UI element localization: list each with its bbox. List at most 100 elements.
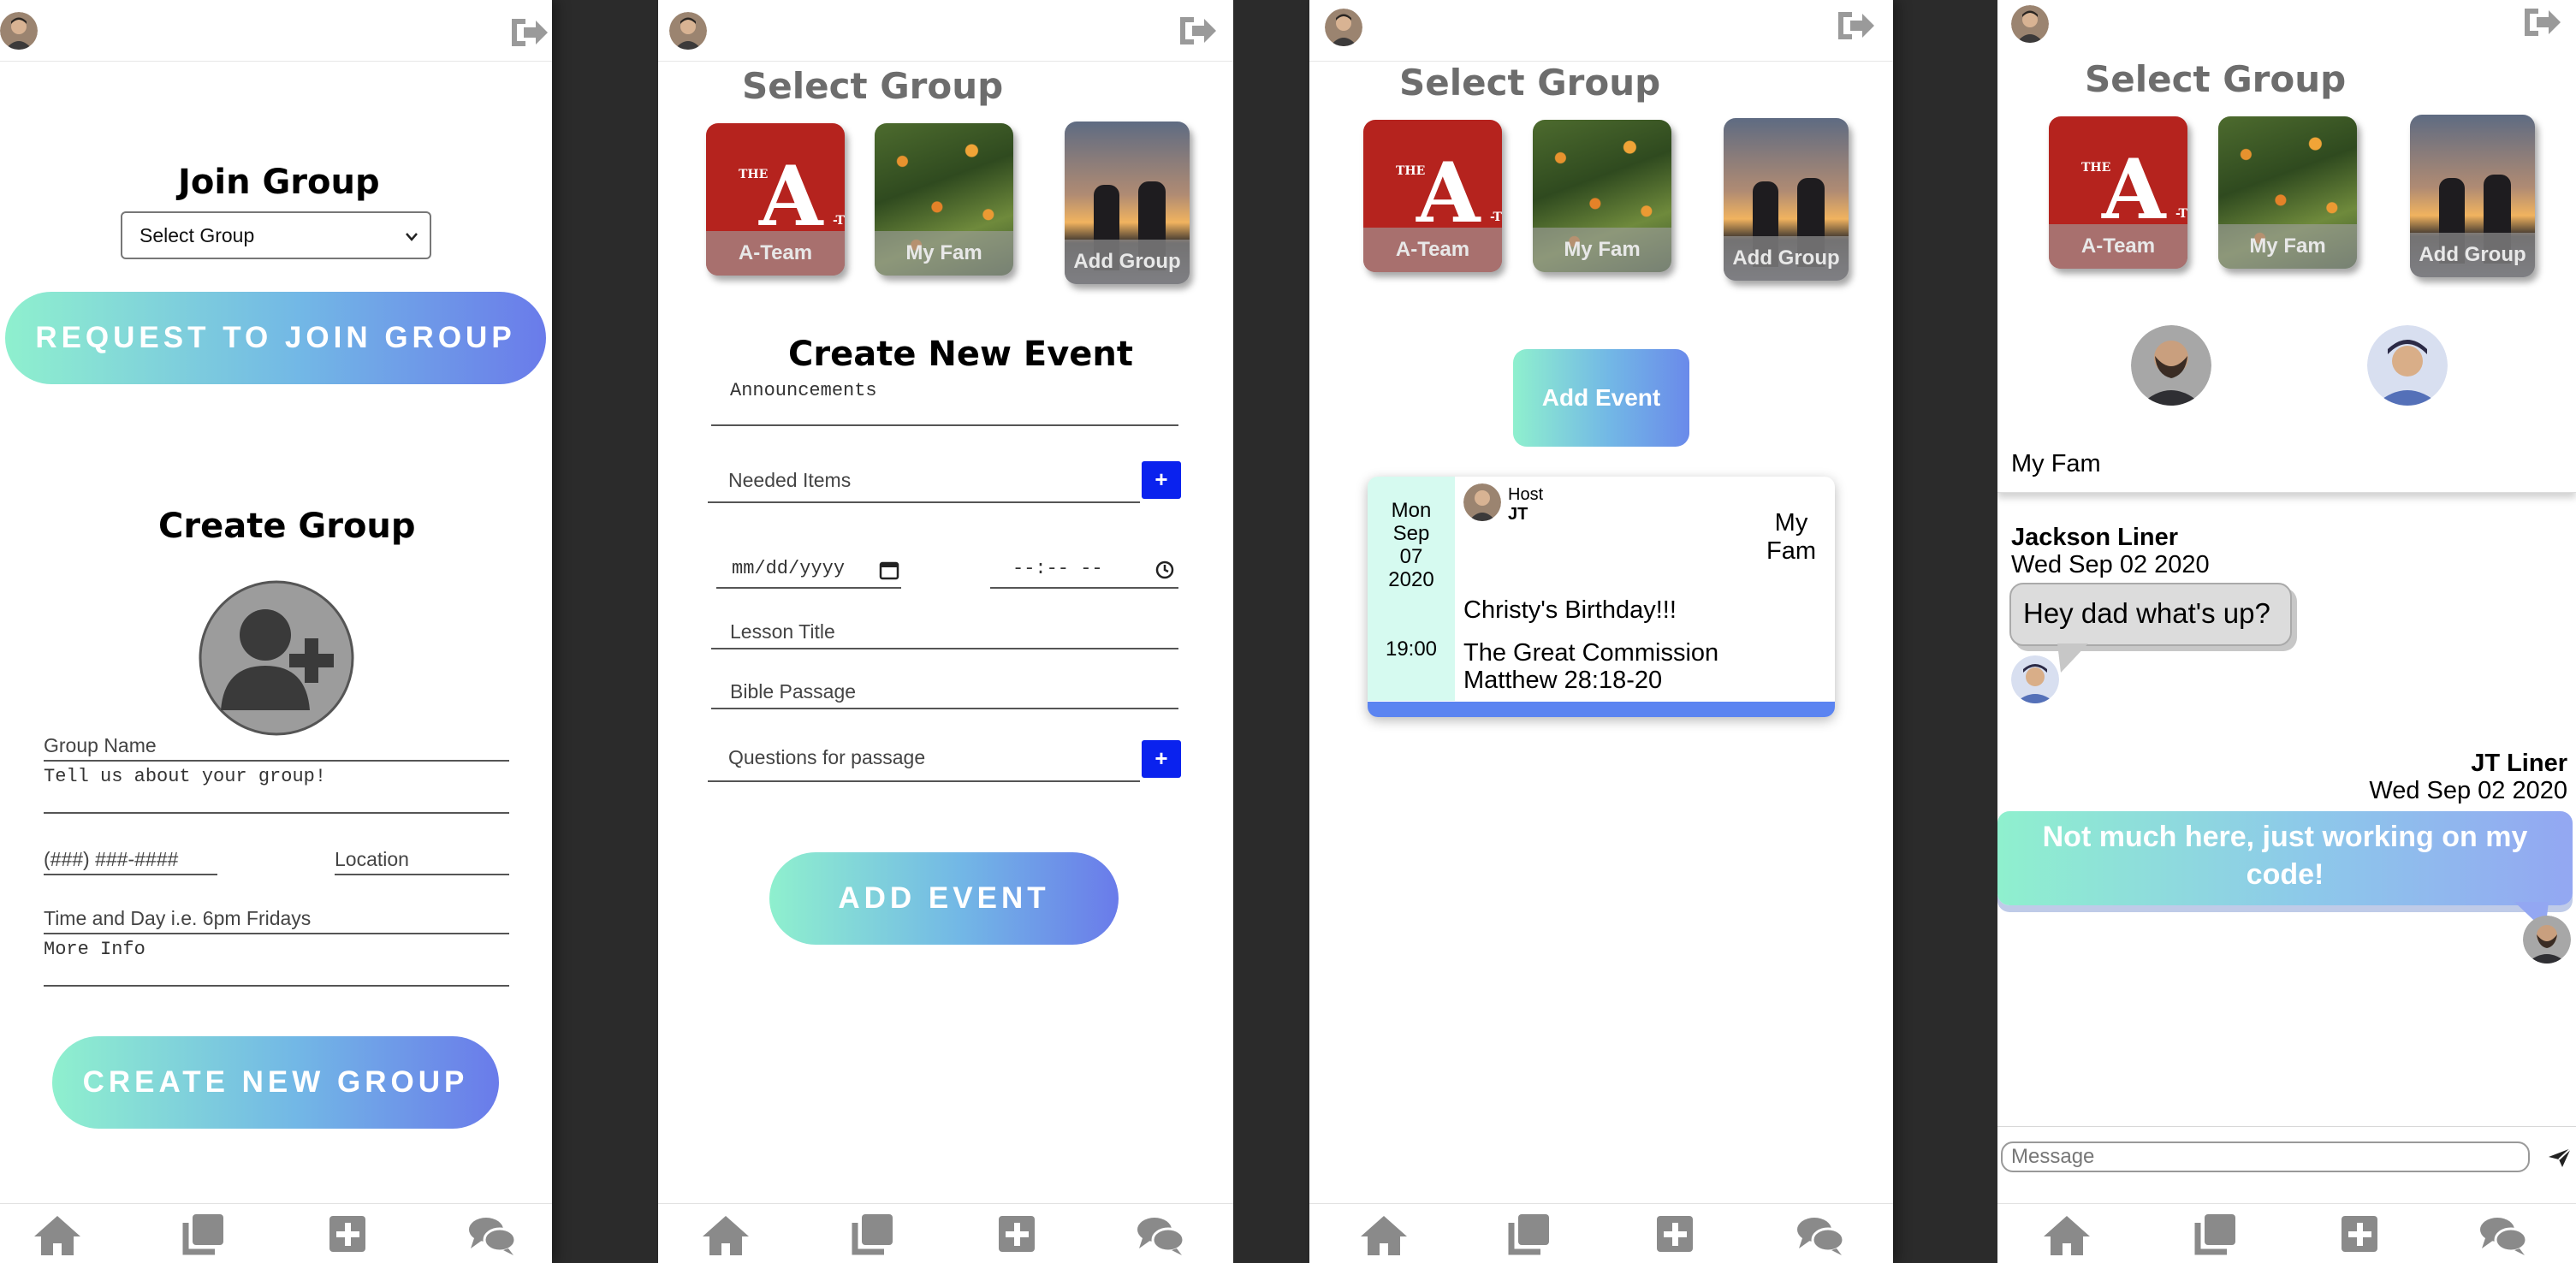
request-to-join-button[interactable]: REQUEST TO JOIN GROUP xyxy=(5,292,546,384)
groups-icon[interactable] xyxy=(2191,1213,2241,1257)
message-input[interactable]: Message xyxy=(2001,1141,2530,1172)
group-name: My Fam xyxy=(2011,450,2101,477)
ateam-logo-t: -T xyxy=(2175,207,2187,221)
more-info-textarea[interactable]: More Info xyxy=(44,939,509,987)
groups-icon[interactable] xyxy=(848,1213,898,1257)
events-screen: Select Group THE A -T A-Team My Fam Add … xyxy=(1309,0,1893,1263)
ateam-logo-a: A xyxy=(1416,145,1481,241)
bottom-nav xyxy=(658,1203,1233,1263)
group-tile-label: A-Team xyxy=(1363,228,1502,272)
chat-bubbles-icon[interactable] xyxy=(2478,1213,2528,1257)
needed-items-field[interactable]: Needed Items xyxy=(708,469,1140,503)
send-icon[interactable] xyxy=(2547,1147,2573,1169)
create-new-group-button[interactable]: CREATE NEW GROUP xyxy=(52,1036,499,1129)
ateam-logo-a: A xyxy=(2102,141,2166,238)
chat-bubbles-icon[interactable] xyxy=(1795,1213,1845,1257)
group-tile-myfam[interactable]: My Fam xyxy=(1533,120,1671,272)
location-field[interactable]: Location xyxy=(335,848,509,875)
meeting-time-field[interactable]: Time and Day i.e. 6pm Fridays xyxy=(44,907,509,934)
event-date-column: Mon Sep 07 2020 19:00 xyxy=(1368,477,1455,701)
ateam-logo-t: -T xyxy=(1490,210,1502,224)
group-select-value: Select Group xyxy=(139,224,255,246)
group-tile-ateam[interactable]: THE A -T A-Team xyxy=(1363,120,1502,272)
groups-icon[interactable] xyxy=(1505,1213,1554,1257)
profile-avatar[interactable] xyxy=(1325,9,1362,46)
groups-icon[interactable] xyxy=(179,1213,229,1257)
event-year: 2020 xyxy=(1388,568,1434,591)
message-date: Wed Sep 02 2020 xyxy=(2011,551,2210,578)
add-question-button[interactable]: + xyxy=(1142,740,1181,778)
host-name: JT xyxy=(1508,505,1528,524)
chat-bubbles-icon[interactable] xyxy=(467,1213,517,1257)
group-tile-label: Add Group xyxy=(2410,233,2535,277)
home-icon[interactable] xyxy=(33,1213,82,1257)
select-group-title: Select Group xyxy=(1399,62,1661,104)
group-tile-ateam[interactable]: THE A -T A-Team xyxy=(706,123,845,276)
logout-icon[interactable] xyxy=(1177,14,1218,48)
event-date-number: 07 xyxy=(1399,545,1423,568)
group-tile-label: A-Team xyxy=(2049,224,2187,269)
plus-square-icon[interactable] xyxy=(323,1213,372,1257)
announcements-textarea[interactable]: Announcements xyxy=(711,380,1178,426)
profile-avatar[interactable] xyxy=(669,12,707,50)
add-event-button[interactable]: Add Event xyxy=(1513,349,1689,447)
top-bar xyxy=(658,0,1233,62)
bottom-nav xyxy=(1997,1203,2576,1263)
bible-passage-field[interactable]: Bible Passage xyxy=(711,680,1178,709)
member-avatar[interactable] xyxy=(2131,325,2211,406)
group-tile-myfam[interactable]: My Fam xyxy=(2218,116,2357,269)
group-name-field[interactable]: Group Name xyxy=(44,734,509,762)
date-input[interactable]: mm/dd/yyyy xyxy=(716,558,901,589)
plus-square-icon[interactable] xyxy=(2335,1213,2384,1257)
home-icon[interactable] xyxy=(1359,1213,1409,1257)
ateam-logo-t: -T xyxy=(833,214,845,228)
group-tile-ateam[interactable]: THE A -T A-Team xyxy=(2049,116,2187,269)
group-tile-label: Add Group xyxy=(1724,236,1849,281)
lesson-title-field[interactable]: Lesson Title xyxy=(711,620,1178,649)
event-day: Mon xyxy=(1391,499,1432,522)
plus-square-icon[interactable] xyxy=(992,1213,1042,1257)
logout-icon[interactable] xyxy=(508,15,549,50)
time-placeholder: --:-- -- xyxy=(1012,558,1103,579)
group-tile-label: A-Team xyxy=(706,231,845,276)
questions-field[interactable]: Questions for passage xyxy=(708,746,1140,782)
incoming-message-bubble: Hey dad what's up? xyxy=(2009,583,2292,646)
group-tile-add-group[interactable]: Add Group xyxy=(1724,118,1849,281)
group-tile-label: My Fam xyxy=(2218,224,2357,269)
home-icon[interactable] xyxy=(2042,1213,2092,1257)
home-icon[interactable] xyxy=(701,1213,751,1257)
divider xyxy=(1997,1126,2576,1127)
group-select[interactable]: Select Group xyxy=(121,211,431,259)
event-card-bar xyxy=(1368,702,1835,717)
top-bar xyxy=(1309,0,1893,62)
group-tile-label: My Fam xyxy=(1533,228,1671,272)
add-user-icon[interactable] xyxy=(199,580,354,736)
group-tile-add-group[interactable]: Add Group xyxy=(2410,115,2535,277)
group-tile-myfam[interactable]: My Fam xyxy=(875,123,1013,276)
bubble-tail xyxy=(2057,643,2088,673)
add-needed-item-button[interactable]: + xyxy=(1142,461,1181,499)
create-event-title: Create New Event xyxy=(788,335,1133,374)
create-group-title: Create Group xyxy=(158,507,416,546)
chat-bubbles-icon[interactable] xyxy=(1136,1213,1185,1257)
time-input[interactable]: --:-- -- xyxy=(990,558,1178,589)
ateam-logo-a: A xyxy=(759,148,823,245)
profile-avatar[interactable] xyxy=(0,12,38,50)
event-group-line2: Fam xyxy=(1766,537,1816,565)
top-bar xyxy=(0,0,552,62)
member-avatar[interactable] xyxy=(2367,325,2448,406)
event-card[interactable]: Mon Sep 07 2020 19:00 Host JT My Fam Chr… xyxy=(1368,477,1835,717)
clock-icon[interactable] xyxy=(1154,560,1175,580)
add-event-button[interactable]: ADD EVENT xyxy=(769,852,1119,945)
logout-icon[interactable] xyxy=(1835,9,1876,43)
select-group-title: Select Group xyxy=(742,65,1004,107)
event-passage: Matthew 28:18-20 xyxy=(1463,667,1663,694)
message-date: Wed Sep 02 2020 xyxy=(2369,777,2567,804)
phone-field[interactable]: (###) ###-#### xyxy=(44,848,217,875)
bottom-nav xyxy=(1309,1203,1893,1263)
host-avatar xyxy=(1463,483,1501,521)
calendar-icon[interactable] xyxy=(879,560,899,580)
group-tile-add-group[interactable]: Add Group xyxy=(1065,122,1190,284)
about-group-textarea[interactable]: Tell us about your group! xyxy=(44,766,509,814)
plus-square-icon[interactable] xyxy=(1650,1213,1700,1257)
